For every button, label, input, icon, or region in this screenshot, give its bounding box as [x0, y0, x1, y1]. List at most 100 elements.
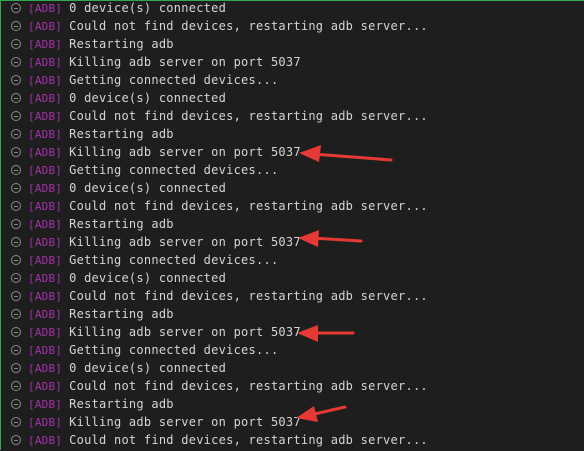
- log-message: Killing adb server on port 5037: [69, 145, 301, 159]
- minus-circle-icon: [11, 111, 21, 121]
- minus-circle-icon: [11, 237, 21, 247]
- log-tag: [ADB]: [28, 109, 63, 123]
- log-tag: [ADB]: [28, 73, 63, 87]
- log-message: Could not find devices, restarting adb s…: [69, 109, 428, 123]
- minus-circle-icon: [11, 435, 21, 445]
- minus-circle-icon: [11, 291, 21, 301]
- minus-circle-icon: [11, 183, 21, 193]
- log-line: [ADB] Killing adb server on port 5037: [1, 143, 584, 161]
- log-tag: [ADB]: [28, 361, 63, 375]
- log-line: [ADB] Could not find devices, restarting …: [1, 431, 584, 449]
- minus-circle-icon: [11, 75, 21, 85]
- log-tag: [ADB]: [28, 1, 63, 15]
- log-message: 0 device(s) connected: [69, 361, 227, 375]
- log-tag: [ADB]: [28, 127, 63, 141]
- terminal-output-panel[interactable]: [ADB] 0 device(s) connected [ADB] Could no…: [0, 0, 584, 450]
- minus-circle-icon: [11, 345, 21, 355]
- log-tag: [ADB]: [28, 289, 63, 303]
- log-tag: [ADB]: [28, 307, 63, 321]
- minus-circle-icon: [11, 57, 21, 67]
- minus-circle-icon: [11, 93, 21, 103]
- log-message: Could not find devices, restarting adb s…: [69, 379, 428, 393]
- log-line: [ADB] Restarting adb: [1, 125, 584, 143]
- log-line: [ADB] Getting connected devices...: [1, 251, 584, 269]
- log-line: [ADB] Could not find devices, restarting …: [1, 287, 584, 305]
- log-line: [ADB] 0 device(s) connected: [1, 269, 584, 287]
- log-message: Could not find devices, restarting adb s…: [69, 19, 428, 33]
- log-message: Could not find devices, restarting adb s…: [69, 289, 428, 303]
- log-line: [ADB] Killing adb server on port 5037: [1, 233, 584, 251]
- log-line: [ADB] Restarting adb: [1, 35, 584, 53]
- log-line: [ADB] Killing adb server on port 5037: [1, 323, 584, 341]
- log-tag: [ADB]: [28, 163, 63, 177]
- minus-circle-icon: [11, 399, 21, 409]
- log-tag: [ADB]: [28, 37, 63, 51]
- log-line: [ADB] 0 device(s) connected: [1, 179, 584, 197]
- log-line: [ADB] 0 device(s) connected: [1, 0, 584, 17]
- log-tag: [ADB]: [28, 181, 63, 195]
- log-tag: [ADB]: [28, 415, 63, 429]
- log-message: Could not find devices, restarting adb s…: [69, 433, 428, 447]
- log-tag: [ADB]: [28, 145, 63, 159]
- log-tag: [ADB]: [28, 253, 63, 267]
- log-message: Getting connected devices...: [69, 73, 279, 87]
- minus-circle-icon: [11, 363, 21, 373]
- minus-circle-icon: [11, 255, 21, 265]
- log-line: [ADB] Killing adb server on port 5037: [1, 53, 584, 71]
- log-line: [ADB] Restarting adb: [1, 395, 584, 413]
- log-tag: [ADB]: [28, 433, 63, 447]
- minus-circle-icon: [11, 165, 21, 175]
- log-line: [ADB] 0 device(s) connected: [1, 89, 584, 107]
- log-message: Getting connected devices...: [69, 343, 279, 357]
- log-message: 0 device(s) connected: [69, 181, 227, 195]
- log-tag: [ADB]: [28, 271, 63, 285]
- log-line: [ADB] Could not find devices, restarting …: [1, 197, 584, 215]
- log-message: 0 device(s) connected: [69, 271, 227, 285]
- minus-circle-icon: [11, 39, 21, 49]
- log-line: [ADB] Could not find devices, restarting …: [1, 107, 584, 125]
- minus-circle-icon: [11, 381, 21, 391]
- log-message: Killing adb server on port 5037: [69, 415, 301, 429]
- log-message: Could not find devices, restarting adb s…: [69, 199, 428, 213]
- log-tag: [ADB]: [28, 235, 63, 249]
- log-message: Restarting adb: [69, 37, 174, 51]
- log-line: [ADB] Could not find devices, restarting …: [1, 17, 584, 35]
- log-tag: [ADB]: [28, 55, 63, 69]
- log-message: Killing adb server on port 5037: [69, 325, 301, 339]
- log-tag: [ADB]: [28, 19, 63, 33]
- log-tag: [ADB]: [28, 199, 63, 213]
- log-tag: [ADB]: [28, 325, 63, 339]
- log-line: [ADB] Restarting adb: [1, 215, 584, 233]
- log-message: Restarting adb: [69, 307, 174, 321]
- log-tag: [ADB]: [28, 343, 63, 357]
- minus-circle-icon: [11, 273, 21, 283]
- log-message: Restarting adb: [69, 397, 174, 411]
- minus-circle-icon: [11, 129, 21, 139]
- minus-circle-icon: [11, 21, 21, 31]
- minus-circle-icon: [11, 3, 21, 13]
- log-message: 0 device(s) connected: [69, 91, 227, 105]
- log-tag: [ADB]: [28, 91, 63, 105]
- log-tag: [ADB]: [28, 217, 63, 231]
- log-line: [ADB] Getting connected devices...: [1, 71, 584, 89]
- log-message: Killing adb server on port 5037: [69, 235, 301, 249]
- log-line: [ADB] Killing adb server on port 5037: [1, 413, 584, 431]
- log-message: Killing adb server on port 5037: [69, 55, 301, 69]
- minus-circle-icon: [11, 417, 21, 427]
- log-line: [ADB] Could not find devices, restarting …: [1, 377, 584, 395]
- log-tag: [ADB]: [28, 379, 63, 393]
- log-list: [ADB] 0 device(s) connected [ADB] Could no…: [1, 0, 584, 449]
- log-message: Getting connected devices...: [69, 163, 279, 177]
- minus-circle-icon: [11, 327, 21, 337]
- log-line: [ADB] Getting connected devices...: [1, 161, 584, 179]
- log-line: [ADB] Restarting adb: [1, 305, 584, 323]
- log-line: [ADB] Getting connected devices...: [1, 341, 584, 359]
- minus-circle-icon: [11, 147, 21, 157]
- log-message: Getting connected devices...: [69, 253, 279, 267]
- minus-circle-icon: [11, 309, 21, 319]
- log-message: Restarting adb: [69, 217, 174, 231]
- log-message: 0 device(s) connected: [69, 1, 227, 15]
- minus-circle-icon: [11, 201, 21, 211]
- log-message: Restarting adb: [69, 127, 174, 141]
- minus-circle-icon: [11, 219, 21, 229]
